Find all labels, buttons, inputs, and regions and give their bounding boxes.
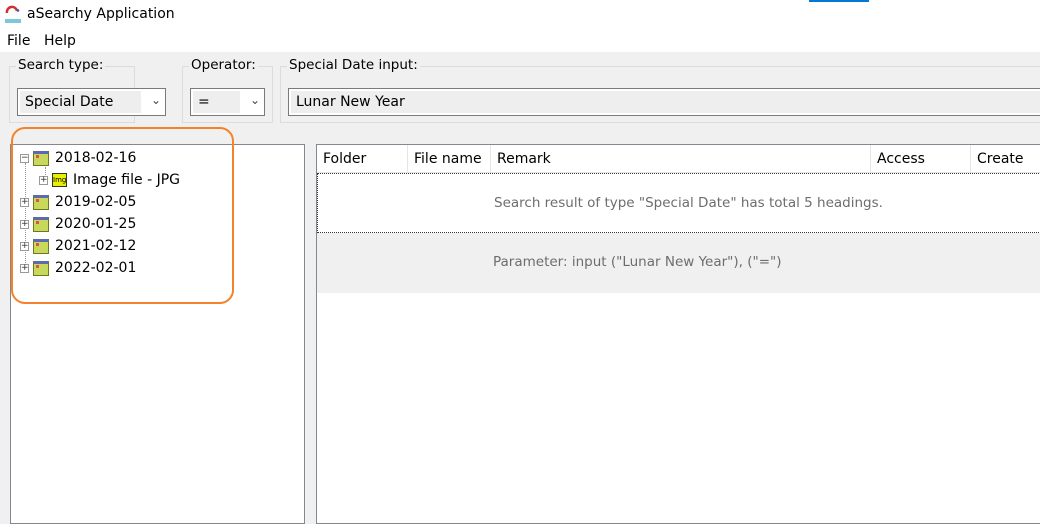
chevron-down-icon: ⌄ [150, 93, 161, 107]
special-date-label: Special Date input: [287, 57, 420, 73]
search-type-value: Special Date [20, 91, 141, 113]
operator-label: Operator: [189, 57, 258, 73]
special-date-value: Lunar New Year [291, 91, 1040, 113]
list-header: Folder File name Remark Access Create [317, 145, 1040, 173]
special-date-input[interactable]: Lunar New Year [288, 88, 1040, 116]
row-remark: Search result of type "Special Date" has… [494, 195, 883, 211]
menu-file[interactable]: File [7, 33, 30, 49]
search-type-dropdown[interactable]: Special Date ⌄ [17, 88, 166, 116]
title-accent [809, 0, 869, 2]
menu-help[interactable]: Help [44, 33, 76, 49]
menu-bar: File Help [0, 30, 1040, 52]
chevron-down-icon: ⌄ [249, 93, 260, 107]
app-logo-icon [5, 5, 21, 23]
result-list[interactable]: Folder File name Remark Access Create Se… [316, 144, 1040, 524]
column-access[interactable]: Access [871, 145, 971, 173]
column-file-name[interactable]: File name [408, 145, 491, 173]
search-type-label: Search type: [16, 57, 106, 73]
list-row[interactable]: Parameter: input ("Lunar New Year"), ("=… [317, 233, 1040, 293]
list-row[interactable]: Search result of type "Special Date" has… [317, 173, 1040, 233]
window-title: aSearchy Application [27, 6, 175, 22]
column-folder[interactable]: Folder [317, 145, 408, 173]
row-remark: Parameter: input ("Lunar New Year"), ("=… [493, 254, 782, 270]
highlight-annotation [11, 127, 234, 304]
column-create[interactable]: Create [971, 145, 1040, 173]
column-remark[interactable]: Remark [491, 145, 871, 173]
operator-dropdown[interactable]: = ⌄ [190, 88, 265, 116]
operator-value: = [193, 91, 240, 113]
